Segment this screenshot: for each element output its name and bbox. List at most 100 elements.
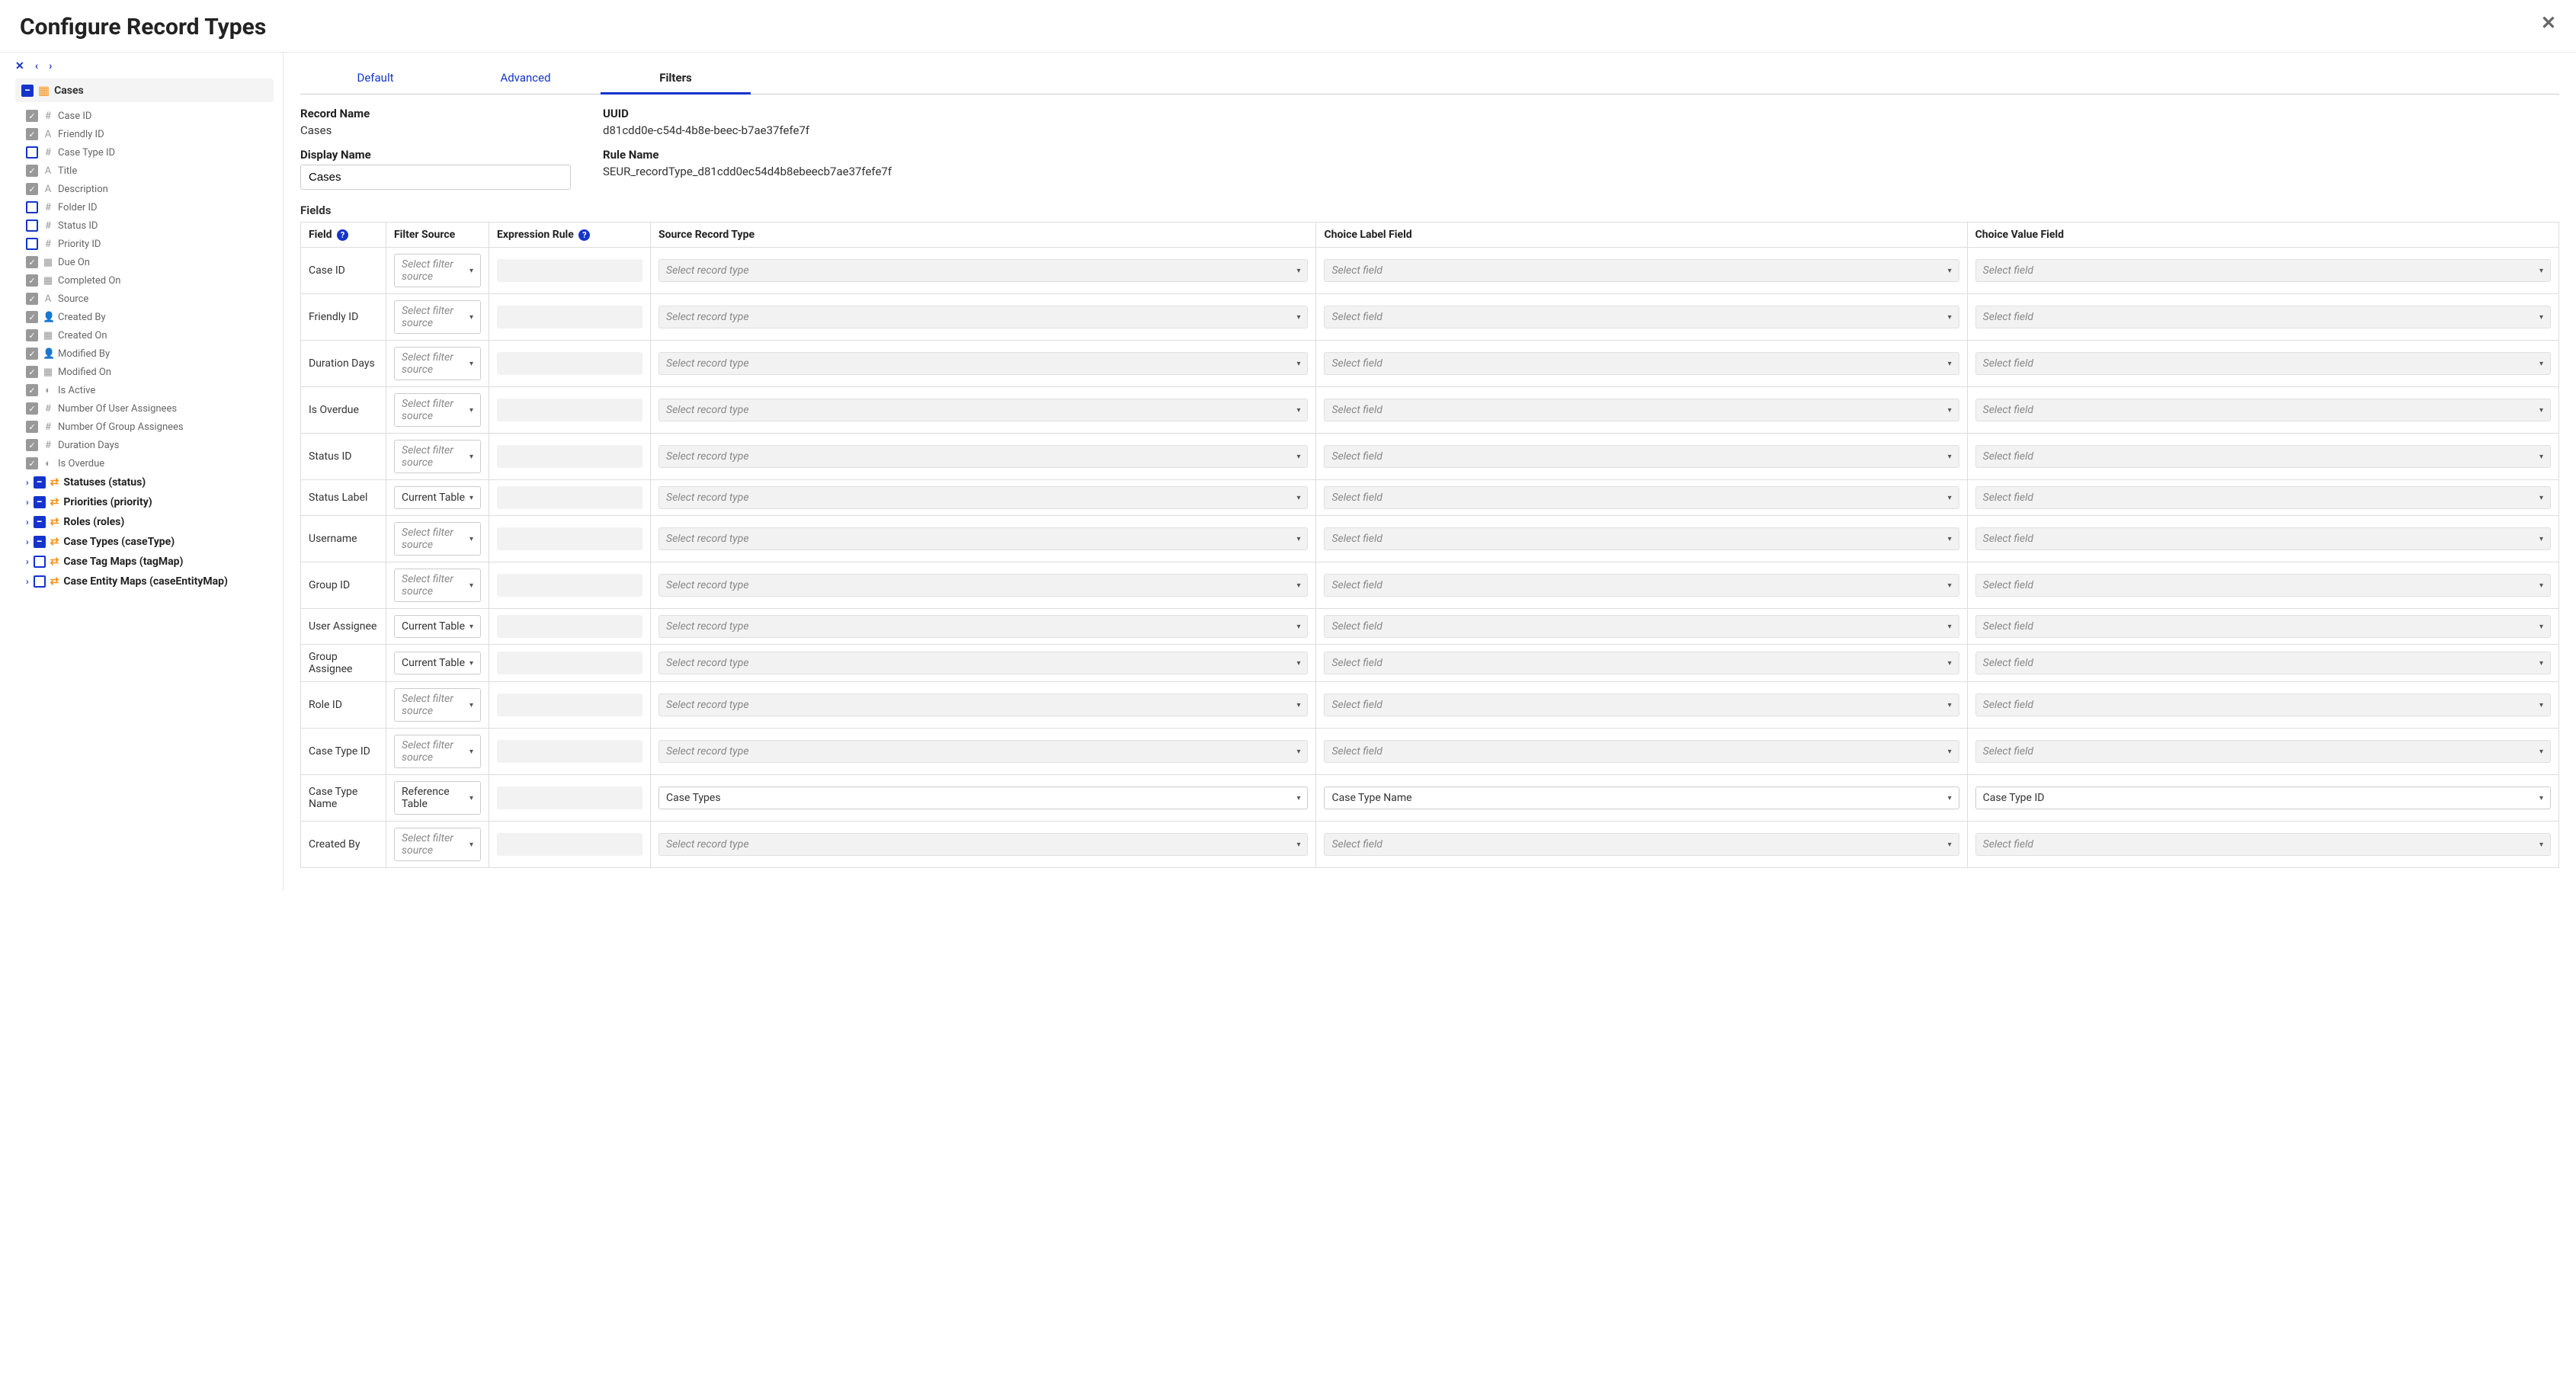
tree-field-item[interactable]: #Case ID [15,107,274,125]
dropdown[interactable]: Select record type▾ [658,399,1308,421]
tree-field-item[interactable]: #Status ID [15,216,274,235]
close-icon[interactable]: ✕ [2541,14,2556,32]
checkbox-icon[interactable] [26,348,38,360]
dropdown[interactable]: Select field▾ [1975,740,2551,763]
dropdown[interactable]: Current Table▾ [394,615,481,638]
checkbox-icon[interactable] [26,384,38,396]
tree-field-item[interactable]: AFriendly ID [15,125,274,143]
dropdown[interactable]: Select record type▾ [658,694,1308,716]
dropdown[interactable]: Select field▾ [1975,399,2551,421]
tree-group-item[interactable]: ›−⇄Priorities (priority) [15,492,274,512]
tree-field-item[interactable]: 👤Created By [15,308,274,326]
dropdown[interactable]: Select field▾ [1975,652,2551,674]
checkbox-icon[interactable] [26,219,38,232]
tree-field-item[interactable]: #Case Type ID [15,143,274,162]
tree-field-item[interactable]: ADescription [15,180,274,198]
dropdown[interactable]: Current Table▾ [394,652,481,674]
help-icon[interactable]: ? [578,229,590,241]
chevron-right-icon[interactable]: › [26,497,29,508]
display-name-input[interactable] [300,165,571,190]
checkbox-icon[interactable] [26,293,38,305]
dropdown[interactable]: Select field▾ [1324,486,1959,509]
dropdown[interactable]: Select field▾ [1324,306,1959,328]
partial-check-icon[interactable]: − [34,536,46,548]
dropdown[interactable]: Select filter source▾ [394,440,481,473]
tree-field-item[interactable]: #Number Of User Assignees [15,399,274,418]
dropdown[interactable]: Select field▾ [1324,740,1959,763]
dropdown[interactable]: Select filter source▾ [394,393,481,427]
tree-field-item[interactable]: ▦Completed On [15,271,274,290]
checkbox-icon[interactable] [26,201,38,213]
checkbox-icon[interactable] [26,128,38,140]
checkbox-icon[interactable] [26,421,38,433]
dropdown[interactable]: Select field▾ [1324,527,1959,550]
tree-group-item[interactable]: ›⇄Case Entity Maps (caseEntityMap) [15,572,274,591]
dropdown[interactable]: Select field▾ [1975,694,2551,716]
tree-group-item[interactable]: ›⇄Case Tag Maps (tagMap) [15,552,274,572]
unchecked-icon[interactable] [34,575,46,588]
dropdown[interactable]: Case Type ID▾ [1975,787,2551,809]
checkbox-icon[interactable] [26,274,38,287]
tab-advanced[interactable]: Advanced [450,63,601,94]
dropdown[interactable]: Case Type Name▾ [1324,787,1959,809]
tree-field-item[interactable]: ▦Modified On [15,363,274,381]
dropdown[interactable]: Select field▾ [1324,399,1959,421]
dropdown[interactable]: Select filter source▾ [394,735,481,768]
dropdown[interactable]: Select filter source▾ [394,300,481,334]
chevron-right-icon[interactable]: › [26,576,29,587]
partial-check-icon[interactable]: − [34,516,46,528]
dropdown[interactable]: Select filter source▾ [394,522,481,556]
dropdown[interactable]: Select field▾ [1975,486,2551,509]
chevron-right-icon[interactable]: › [26,537,29,547]
tree-field-item[interactable]: ▦Due On [15,253,274,271]
unchecked-icon[interactable] [34,556,46,568]
checkbox-icon[interactable] [26,165,38,177]
dropdown[interactable]: Select filter source▾ [394,688,481,722]
dropdown[interactable]: Select record type▾ [658,306,1308,328]
tree-field-item[interactable]: #Duration Days [15,436,274,454]
dropdown[interactable]: Select record type▾ [658,352,1308,375]
dropdown[interactable]: Select field▾ [1975,352,2551,375]
dropdown[interactable]: Select filter source▾ [394,347,481,380]
dropdown[interactable]: Select record type▾ [658,740,1308,763]
partial-check-icon[interactable]: − [34,496,46,508]
tab-filters[interactable]: Filters [601,63,751,95]
dropdown[interactable]: Select record type▾ [658,574,1308,597]
sidebar-prev-icon[interactable]: ‹ [35,60,38,72]
tree-field-item[interactable]: 👤Modified By [15,344,274,363]
tree-root-cases[interactable]: − ▦ Cases [15,78,274,102]
dropdown[interactable]: Reference Table▾ [394,781,481,815]
dropdown[interactable]: Select field▾ [1324,574,1959,597]
dropdown[interactable]: Select filter source▾ [394,828,481,861]
tree-field-item[interactable]: #Priority ID [15,235,274,253]
tree-field-item[interactable]: ATitle [15,162,274,180]
tree-field-item[interactable]: #Number Of Group Assignees [15,418,274,436]
partial-check-icon[interactable]: − [34,476,46,489]
help-icon[interactable]: ? [337,229,348,241]
checkbox-icon[interactable] [26,329,38,341]
checkbox-icon[interactable] [26,110,38,122]
dropdown[interactable]: Select field▾ [1975,259,2551,282]
dropdown[interactable]: Select record type▾ [658,833,1308,856]
tree-group-item[interactable]: ›−⇄Case Types (caseType) [15,532,274,552]
chevron-right-icon[interactable]: › [26,477,29,488]
tree-group-item[interactable]: ›−⇄Statuses (status) [15,473,274,492]
tree-field-item[interactable]: ◐Is Overdue [15,454,274,473]
dropdown[interactable]: Select record type▾ [658,259,1308,282]
dropdown[interactable]: Select record type▾ [658,527,1308,550]
dropdown[interactable]: Select filter source▾ [394,254,481,287]
tree-field-item[interactable]: #Folder ID [15,198,274,216]
dropdown[interactable]: Select field▾ [1324,694,1959,716]
dropdown[interactable]: Select field▾ [1324,259,1959,282]
tree-field-item[interactable]: ASource [15,290,274,308]
sidebar-close-icon[interactable]: ✕ [15,60,24,72]
dropdown[interactable]: Select field▾ [1975,615,2551,638]
sidebar-next-icon[interactable]: › [49,60,52,72]
checkbox-icon[interactable] [26,146,38,159]
tree-field-item[interactable]: ▦Created On [15,326,274,344]
checkbox-icon[interactable] [26,439,38,451]
tab-default[interactable]: Default [300,63,450,94]
tree-field-item[interactable]: ◐Is Active [15,381,274,399]
dropdown[interactable]: Select field▾ [1324,615,1959,638]
checkbox-icon[interactable] [26,402,38,415]
